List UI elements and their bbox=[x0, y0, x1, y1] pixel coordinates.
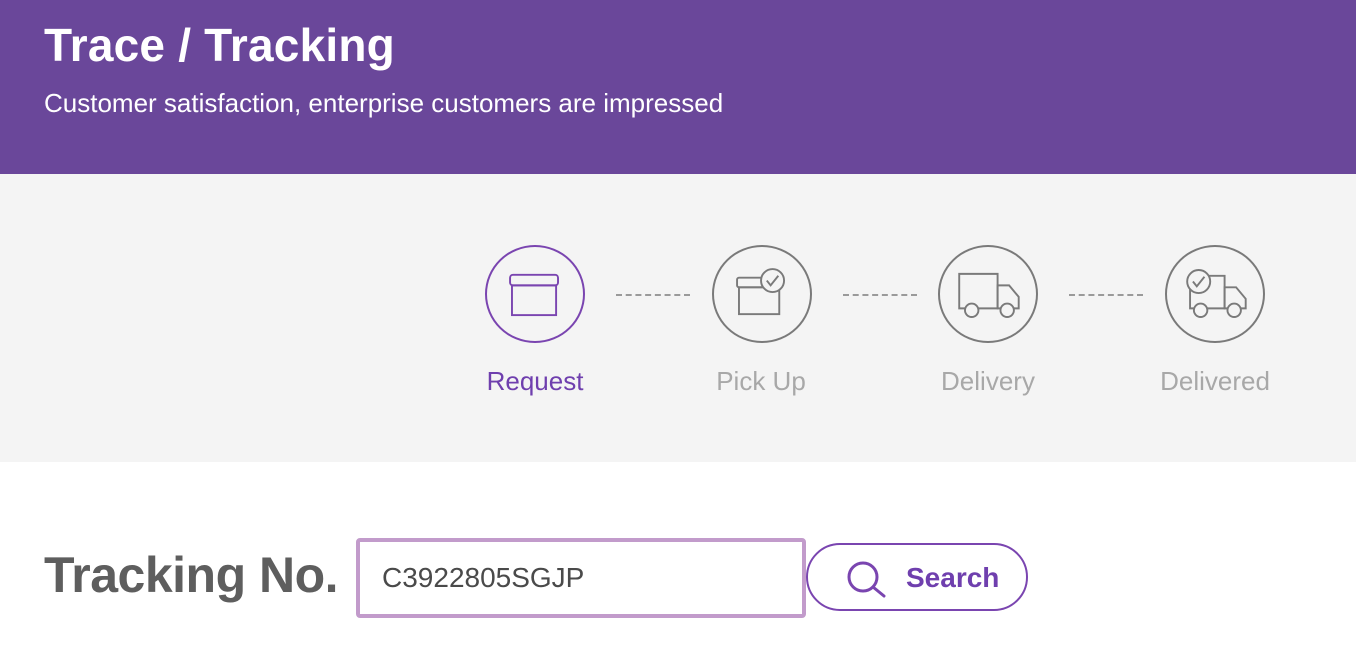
search-button[interactable]: Search bbox=[806, 543, 1028, 611]
search-button-label: Search bbox=[906, 562, 1000, 593]
truck-check-icon bbox=[1186, 269, 1247, 318]
step-label-pickup: Pick Up bbox=[716, 366, 806, 396]
request-step-icon bbox=[485, 245, 585, 343]
step-label-delivery: Delivery bbox=[941, 366, 1035, 396]
step-connector bbox=[843, 294, 917, 296]
box-icon bbox=[509, 273, 559, 317]
search-icon bbox=[847, 561, 886, 598]
page-header: Trace / Tracking Customer satisfaction, … bbox=[0, 0, 1356, 174]
step-label-delivered: Delivered bbox=[1160, 366, 1270, 396]
tracking-steps bbox=[0, 174, 1356, 462]
page-title: Trace / Tracking bbox=[44, 19, 395, 71]
step-connector bbox=[1069, 294, 1143, 296]
truck-icon bbox=[958, 272, 1020, 318]
tracking-number-label: Tracking No. bbox=[44, 547, 339, 603]
page-subtitle: Customer satisfaction, enterprise custom… bbox=[44, 88, 724, 118]
box-check-icon bbox=[736, 268, 786, 316]
tracking-number-input[interactable] bbox=[356, 538, 806, 618]
pickup-step-icon bbox=[712, 245, 812, 343]
step-label-request: Request bbox=[486, 366, 584, 396]
step-connector bbox=[616, 294, 690, 296]
delivery-step-icon bbox=[938, 245, 1038, 343]
delivered-step-icon bbox=[1165, 245, 1265, 343]
